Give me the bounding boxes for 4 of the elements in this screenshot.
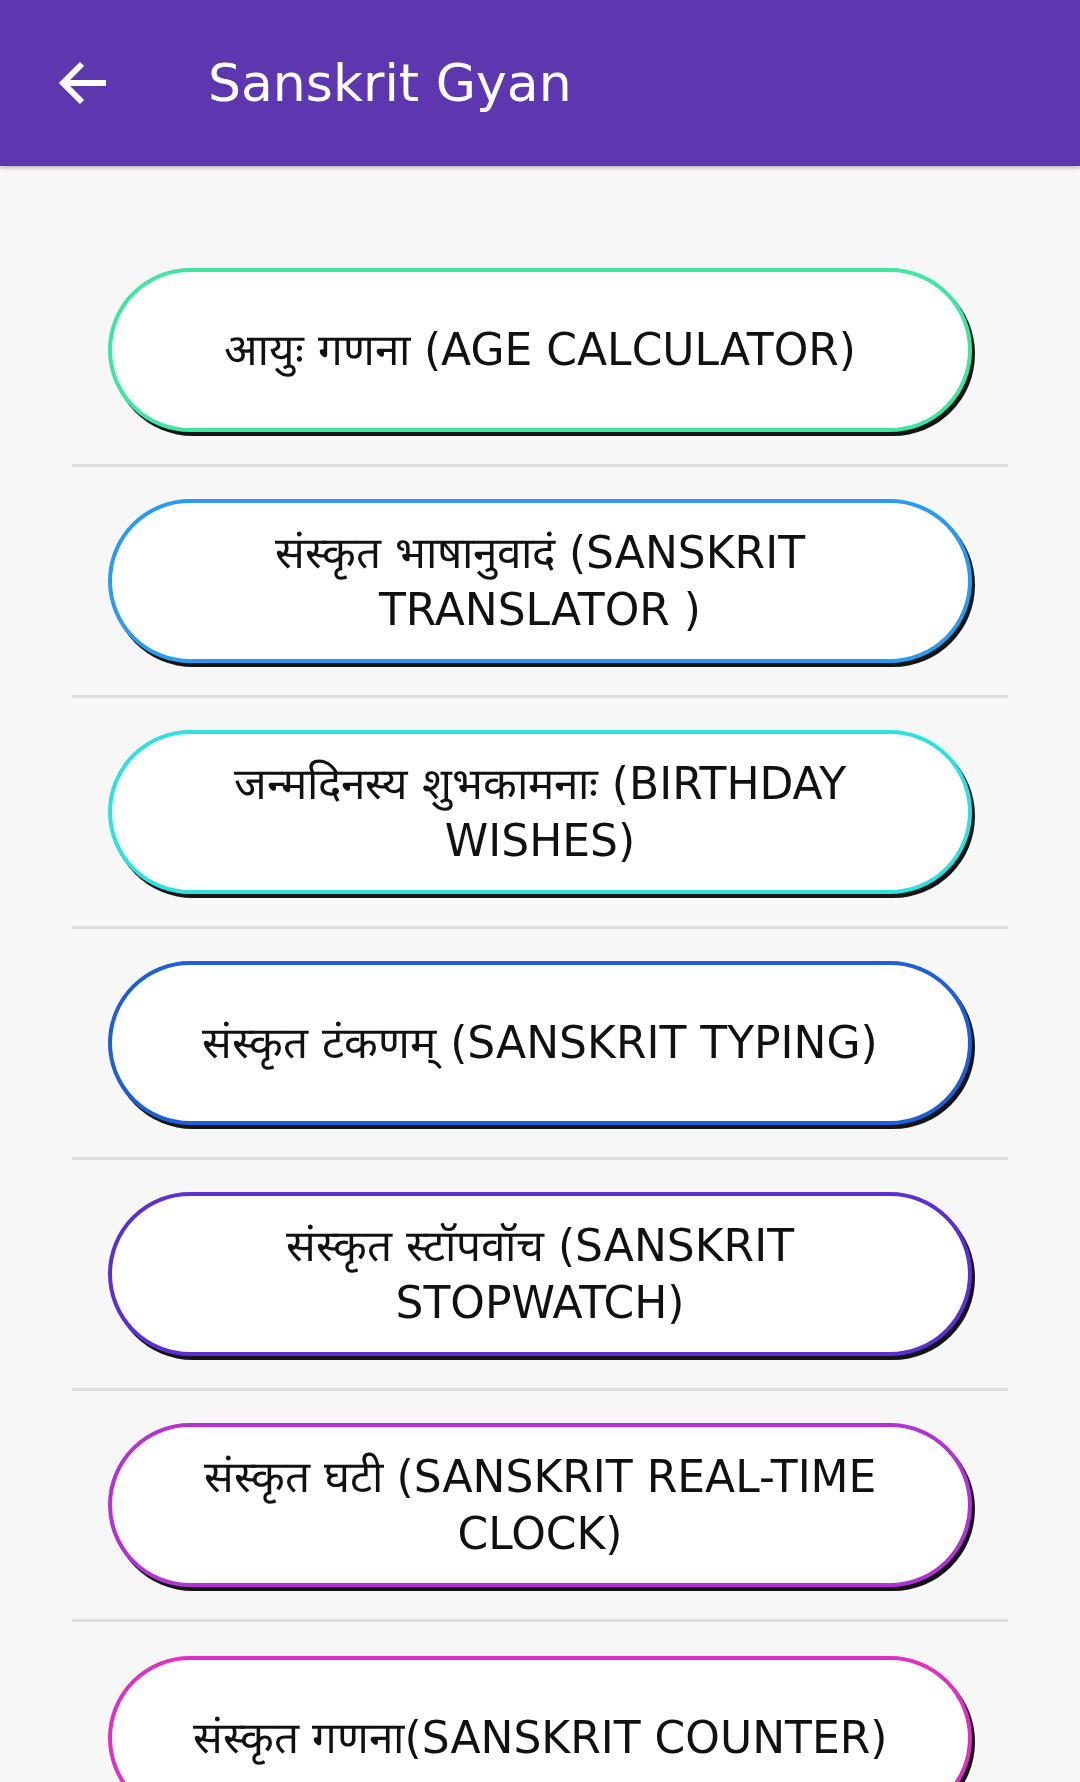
back-arrow-icon xyxy=(58,61,108,105)
menu-button[interactable]: संस्कृत गणना(SANSKRIT COUNTER) xyxy=(108,1655,972,1782)
app-title: Sanskrit Gyan xyxy=(208,51,572,115)
back-button[interactable] xyxy=(58,61,108,105)
